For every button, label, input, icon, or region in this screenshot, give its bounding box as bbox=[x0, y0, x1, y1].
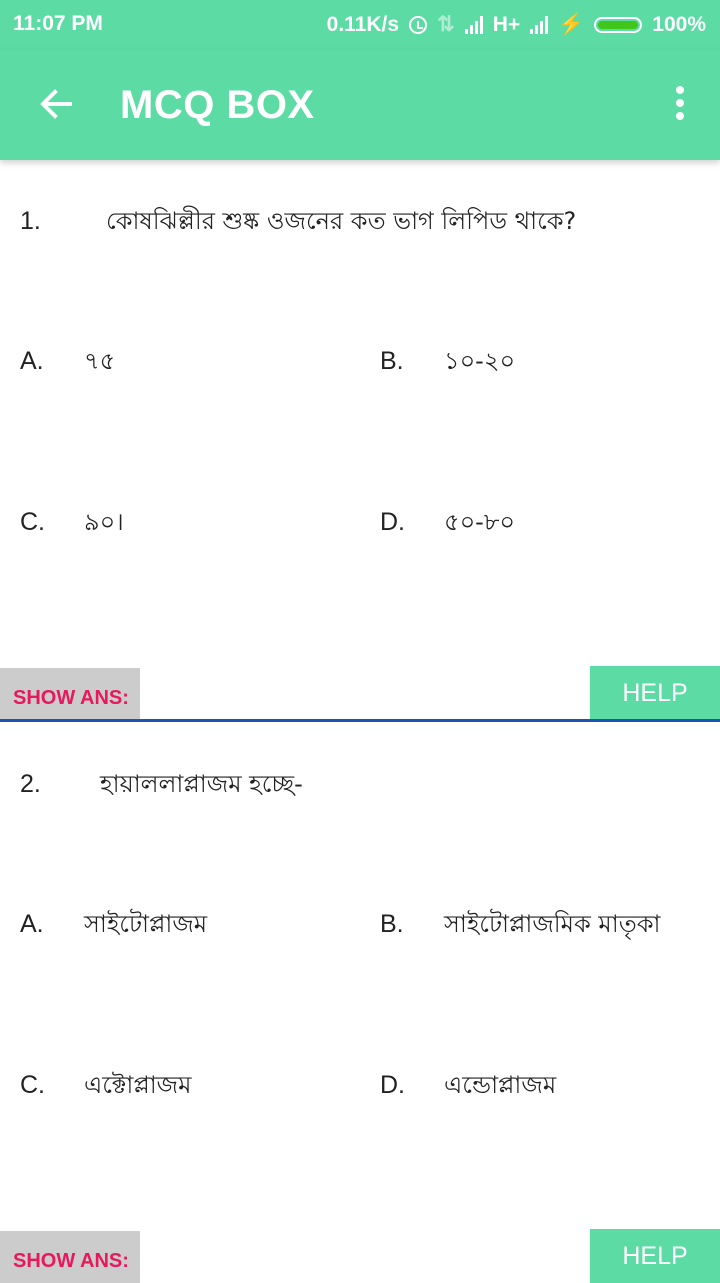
status-icons: 0.11K/s ⇅ H+ ⚡ 100% bbox=[327, 12, 706, 37]
option-b[interactable]: B. সাইটোপ্লাজমিক মাতৃকা bbox=[380, 906, 660, 946]
signal-icon bbox=[464, 15, 483, 34]
help-button[interactable]: HELP bbox=[590, 1229, 720, 1283]
show-answer-button[interactable]: SHOW ANS: bbox=[0, 668, 140, 720]
option-label: D. bbox=[380, 508, 405, 536]
battery-icon bbox=[594, 16, 643, 33]
question-card: 2. হায়াললাপ্লাজম হচ্ছে- A. সাইটোপ্লাজম B.… bbox=[0, 723, 720, 1283]
overflow-menu-button[interactable] bbox=[666, 86, 694, 126]
question-card: 1. কোষঝিল্লীর শুষ্ক ওজনের কত ভাগ লিপিড থা… bbox=[0, 160, 720, 723]
option-label: B. bbox=[380, 347, 404, 375]
option-text: ৯০। bbox=[84, 508, 124, 536]
question-number: 2. bbox=[20, 770, 41, 798]
app-title: MCQ BOX bbox=[120, 83, 315, 127]
app-bar: MCQ BOX bbox=[0, 50, 720, 160]
option-text: সাইটোপ্লাজম bbox=[84, 910, 208, 938]
question-text: কোষঝিল্লীর শুষ্ক ওজনের কত ভাগ লিপিড থাকে… bbox=[106, 207, 577, 235]
back-button[interactable] bbox=[30, 78, 82, 130]
option-text: ৫০-৮০ bbox=[444, 508, 516, 536]
option-text: এক্টোপ্লাজম bbox=[84, 1071, 192, 1099]
divider bbox=[0, 719, 720, 722]
option-text: ১০-২০ bbox=[444, 347, 516, 375]
question-text: হায়াললাপ্লাজম হচ্ছে- bbox=[100, 770, 303, 798]
help-button[interactable]: HELP bbox=[590, 666, 720, 720]
data-arrows-icon: ⇅ bbox=[437, 13, 455, 36]
dot-icon bbox=[676, 112, 684, 120]
signal-icon-2 bbox=[530, 15, 549, 34]
option-d[interactable]: D. ৫০-৮০ bbox=[380, 504, 515, 544]
question-row: 1. কোষঝিল্লীর শুষ্ক ওজনের কত ভাগ লিপিড থা… bbox=[20, 203, 576, 243]
dot-icon bbox=[676, 99, 684, 107]
option-label: A. bbox=[20, 910, 44, 938]
option-text: ৭৫ bbox=[84, 347, 116, 375]
option-c[interactable]: C. এক্টোপ্লাজম bbox=[20, 1067, 192, 1107]
option-d[interactable]: D. এন্ডোপ্লাজম bbox=[380, 1067, 556, 1107]
battery-percent: 100% bbox=[652, 12, 706, 36]
alarm-icon bbox=[409, 15, 428, 34]
show-answer-button[interactable]: SHOW ANS: bbox=[0, 1231, 140, 1283]
network-type: H+ bbox=[492, 12, 521, 36]
status-time: 11:07 PM bbox=[13, 12, 103, 35]
option-text: এন্ডোপ্লাজম bbox=[444, 1071, 557, 1099]
status-bar: 11:07 PM 0.11K/s ⇅ H+ ⚡ 100% bbox=[0, 0, 720, 50]
question-row: 2. হায়াললাপ্লাজম হচ্ছে- bbox=[20, 766, 303, 806]
dot-icon bbox=[676, 86, 684, 94]
option-label: B. bbox=[380, 910, 404, 938]
option-a[interactable]: A. ৭৫ bbox=[20, 343, 115, 383]
option-label: C. bbox=[20, 508, 45, 536]
charging-icon: ⚡ bbox=[558, 12, 585, 36]
option-label: C. bbox=[20, 1071, 45, 1099]
option-a[interactable]: A. সাইটোপ্লাজম bbox=[20, 906, 207, 946]
option-c[interactable]: C. ৯০। bbox=[20, 504, 124, 544]
option-label: A. bbox=[20, 347, 44, 375]
arrow-left-icon bbox=[40, 89, 72, 119]
network-speed: 0.11K/s bbox=[326, 12, 400, 36]
question-number: 1. bbox=[20, 207, 41, 235]
option-b[interactable]: B. ১০-২০ bbox=[380, 343, 515, 383]
option-label: D. bbox=[380, 1071, 405, 1099]
option-text: সাইটোপ্লাজমিক মাতৃকা bbox=[444, 910, 661, 938]
